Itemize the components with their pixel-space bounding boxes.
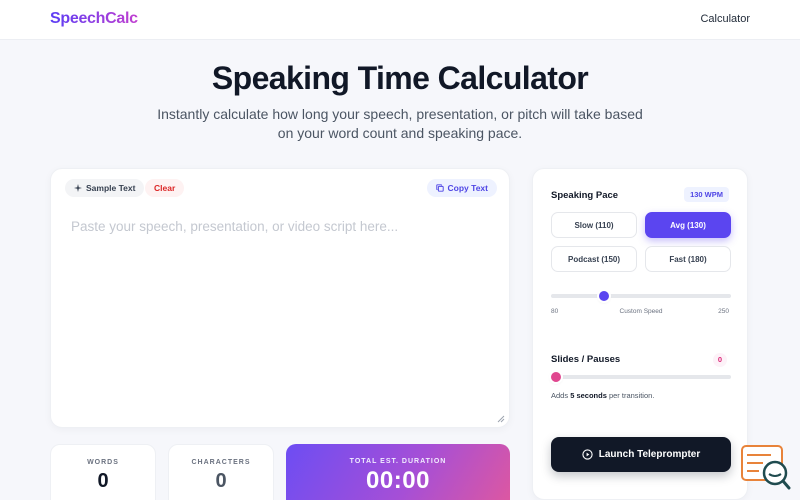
words-value: 0 bbox=[97, 470, 109, 492]
page-subtitle: Instantly calculate how long your speech… bbox=[157, 106, 643, 141]
characters-label: CHARACTERS bbox=[191, 459, 251, 466]
slides-pauses-label: Slides / Pauses bbox=[551, 354, 621, 365]
sparkle-icon bbox=[74, 184, 82, 192]
chat-search-icon[interactable] bbox=[741, 445, 791, 491]
resize-grip-icon[interactable] bbox=[497, 415, 505, 423]
duration-label: TOTAL EST. DURATION bbox=[349, 458, 447, 465]
pace-avg-button[interactable]: Avg (130) bbox=[645, 212, 731, 238]
script-editor-card: Sample Text Clear Copy Text bbox=[50, 168, 510, 428]
page-title: Speaking Time Calculator bbox=[211, 60, 589, 96]
duration-value: 00:00 bbox=[366, 467, 430, 494]
characters-stat-card: CHARACTERS 0 bbox=[168, 444, 274, 500]
wpm-badge: 130 WPM bbox=[684, 187, 729, 202]
slides-note-prefix: Adds bbox=[551, 391, 571, 400]
script-input[interactable] bbox=[61, 211, 505, 423]
custom-speed-label: Custom Speed bbox=[619, 308, 663, 315]
words-label: WORDS bbox=[87, 459, 119, 466]
clear-label: Clear bbox=[154, 183, 176, 193]
top-navbar: SpeechCalc Calculator bbox=[0, 0, 800, 40]
slides-count-badge: 0 bbox=[713, 353, 727, 367]
characters-value: 0 bbox=[215, 470, 227, 492]
pace-fast-button[interactable]: Fast (180) bbox=[645, 246, 731, 272]
pace-podcast-button[interactable]: Podcast (150) bbox=[551, 246, 637, 272]
words-stat-card: WORDS 0 bbox=[50, 444, 156, 500]
copy-text-button[interactable]: Copy Text bbox=[426, 179, 497, 197]
copy-icon bbox=[435, 184, 444, 192]
logo[interactable]: SpeechCalc bbox=[50, 10, 138, 28]
slides-slider-thumb[interactable] bbox=[551, 372, 561, 382]
speed-slider[interactable] bbox=[551, 291, 731, 301]
sample-text-button[interactable]: Sample Text bbox=[65, 179, 145, 197]
launch-teleprompter-label: Launch Teleprompter bbox=[598, 449, 701, 460]
speed-max-label: 250 bbox=[718, 308, 729, 315]
slides-note-suffix: per transition. bbox=[606, 391, 655, 400]
slides-note-bold: 5 seconds bbox=[570, 391, 607, 400]
pace-slow-button[interactable]: Slow (110) bbox=[551, 212, 637, 238]
settings-card: Speaking Pace 130 WPM Slow (110) Avg (13… bbox=[532, 168, 748, 500]
slides-slider[interactable] bbox=[551, 372, 731, 382]
copy-text-label: Copy Text bbox=[447, 183, 488, 193]
slides-note: Adds 5 seconds per transition. bbox=[551, 391, 654, 400]
sample-text-label: Sample Text bbox=[86, 183, 136, 193]
play-circle-icon bbox=[582, 449, 593, 460]
speed-slider-thumb[interactable] bbox=[598, 291, 609, 301]
nav-link-calculator[interactable]: Calculator bbox=[700, 13, 750, 25]
speaking-pace-label: Speaking Pace bbox=[551, 190, 619, 201]
launch-teleprompter-button[interactable]: Launch Teleprompter bbox=[551, 437, 731, 472]
duration-stat-card: TOTAL EST. DURATION 00:00 bbox=[286, 444, 510, 500]
clear-button[interactable]: Clear bbox=[145, 179, 185, 197]
